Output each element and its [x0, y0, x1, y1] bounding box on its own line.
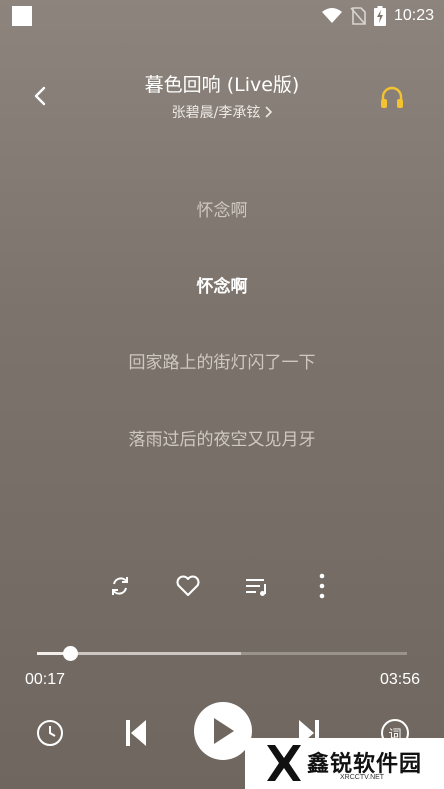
lyric-line: 落雨过后的夜空又见月牙: [128, 430, 316, 450]
chevron-right-icon: [265, 106, 273, 118]
play-icon: [214, 718, 234, 744]
notification-icon: [12, 6, 32, 26]
status-time: 10:23: [393, 7, 434, 24]
repeat-button[interactable]: [106, 572, 134, 600]
add-to-playlist-button[interactable]: [243, 572, 271, 600]
lyric-line: 回家路上的街灯闪了一下: [128, 353, 316, 373]
like-button[interactable]: [174, 572, 202, 600]
status-icons: 10:23: [321, 4, 434, 28]
artist-name: 张碧晨/李承铉: [171, 105, 261, 121]
watermark: 鑫锐软件园 XRCCTV.NET: [245, 738, 444, 789]
lyric-line: 怀念啊: [196, 201, 248, 221]
seek-thumb[interactable]: [62, 646, 78, 661]
battery-icon: [373, 6, 386, 26]
elapsed-time: 00:17: [25, 671, 66, 688]
sleep-timer-button[interactable]: [36, 719, 64, 747]
seek-bar[interactable]: [37, 646, 407, 661]
timer-icon: [37, 720, 63, 746]
more-icon: [319, 573, 325, 599]
play-button[interactable]: [194, 702, 252, 760]
total-time: 03:56: [379, 671, 420, 688]
playlist-add-icon: [246, 579, 266, 596]
action-row: [0, 566, 444, 606]
previous-icon: [126, 720, 146, 746]
top-bar: 暮色回响 (Live版) 张碧晨/李承铉: [0, 62, 444, 128]
repeat-icon: [112, 577, 128, 595]
lyric-line-current: 怀念啊: [196, 277, 248, 297]
previous-button[interactable]: [124, 718, 148, 748]
watermark-subtext: XRCCTV.NET: [340, 774, 385, 781]
no-sim-icon: [350, 7, 366, 25]
headphone-icon[interactable]: [378, 84, 406, 112]
watermark-logo-icon: [267, 745, 301, 781]
heart-icon: [176, 575, 200, 596]
wifi-icon: [321, 8, 342, 23]
more-button[interactable]: [308, 572, 336, 600]
status-bar: 10:23: [0, 0, 444, 32]
